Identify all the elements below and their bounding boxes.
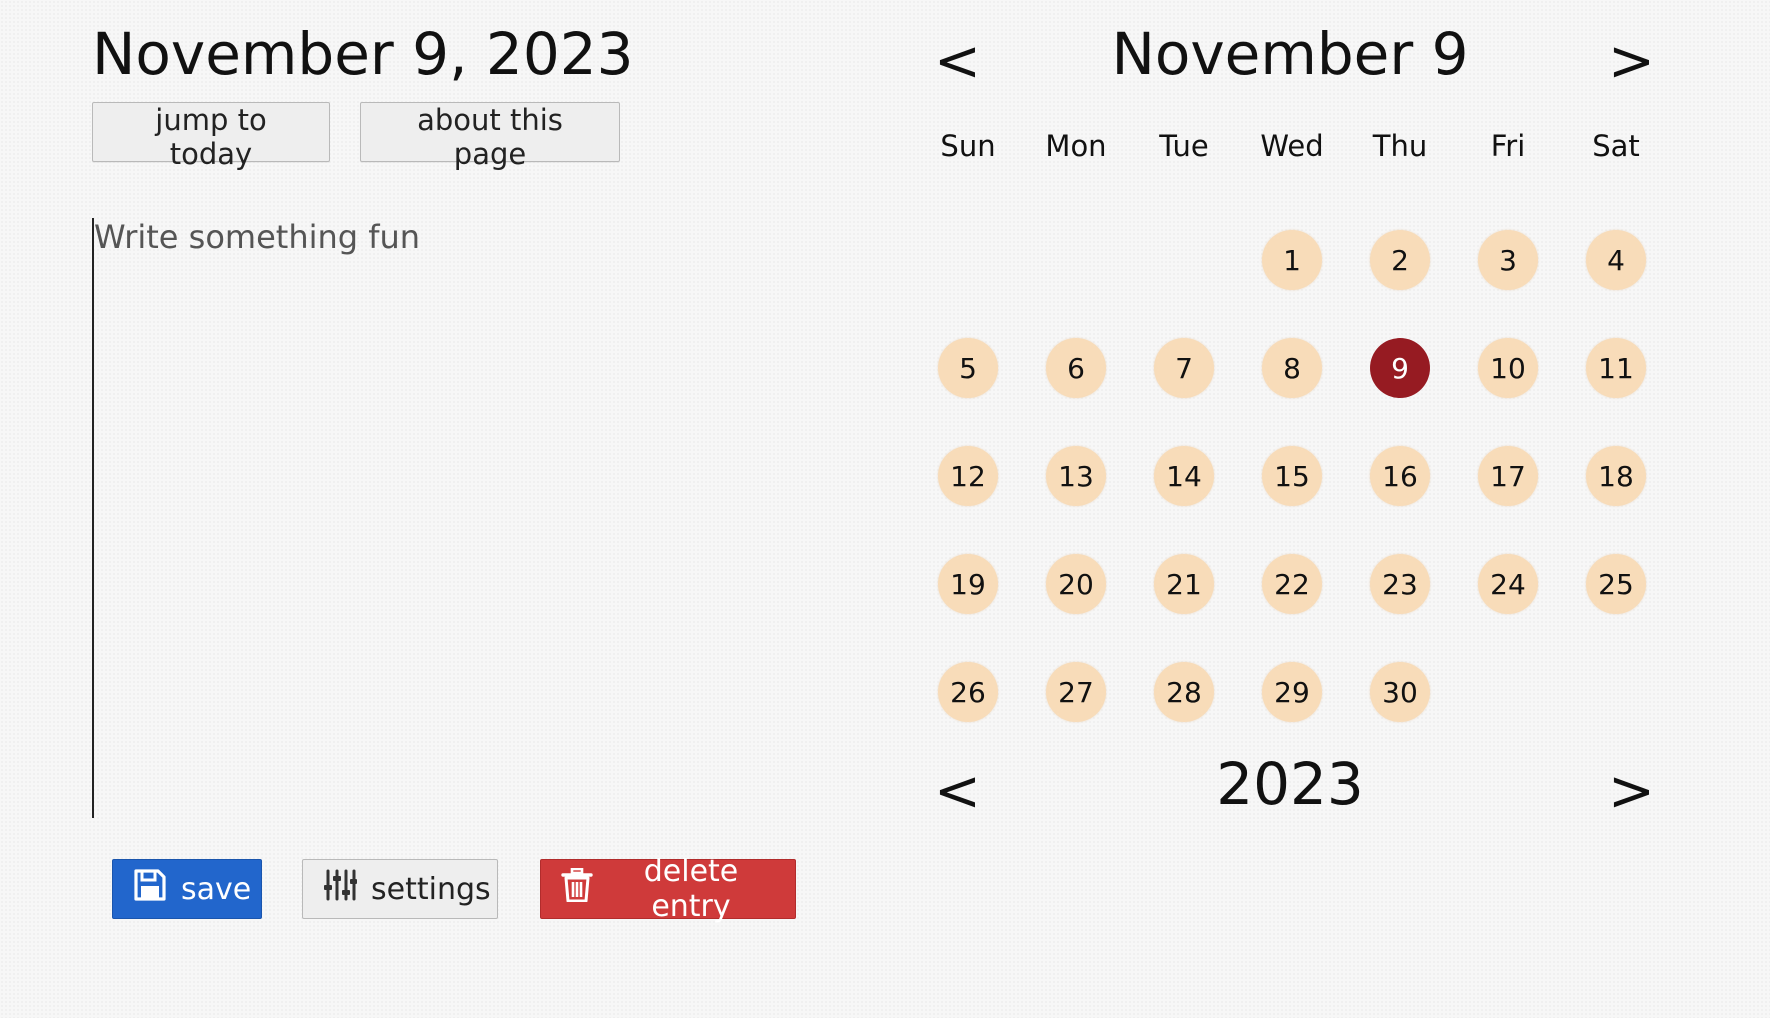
calendar-day[interactable]: 1 [1262,230,1322,290]
entry-date-title: November 9, 2023 [92,20,634,88]
calendar-day[interactable]: 6 [1046,338,1106,398]
prev-month-arrow[interactable]: < [934,32,981,92]
trash-icon [561,867,593,910]
journal-entry-textarea[interactable] [92,218,852,818]
weekday-label-fri: Fri [1490,129,1526,163]
calendar-day[interactable]: 5 [938,338,998,398]
calendar-day-selected[interactable]: 9 [1370,338,1430,398]
calendar-day[interactable]: 16 [1370,446,1430,506]
calendar-year-title: 2023 [1216,750,1364,818]
calendar-day[interactable]: 11 [1586,338,1646,398]
next-year-arrow[interactable]: > [1608,762,1655,822]
settings-button[interactable]: settings [302,859,498,919]
weekday-label-sat: Sat [1592,129,1640,163]
weekday-label-wed: Wed [1260,129,1324,163]
delete-entry-button[interactable]: delete entry [540,854,796,924]
prev-year-arrow[interactable]: < [934,762,981,822]
calendar-month-title: November 9 [1111,20,1469,88]
save-button[interactable]: save [112,859,262,919]
calendar-day[interactable]: 18 [1586,446,1646,506]
delete-entry-button-label: delete entry [643,854,739,924]
calendar-day[interactable]: 12 [938,446,998,506]
calendar-day[interactable]: 23 [1370,554,1430,614]
calendar-day[interactable]: 24 [1478,554,1538,614]
jump-to-today-button[interactable]: jump to today [92,102,330,171]
weekday-label-tue: Tue [1159,129,1209,163]
calendar-day[interactable]: 21 [1154,554,1214,614]
calendar-day[interactable]: 26 [938,662,998,722]
next-month-arrow[interactable]: > [1608,32,1655,92]
floppy-disk-icon [133,868,167,910]
calendar-day[interactable]: 30 [1370,662,1430,722]
calendar-day[interactable]: 17 [1478,446,1538,506]
calendar-day[interactable]: 7 [1154,338,1214,398]
calendar-day[interactable]: 29 [1262,662,1322,722]
calendar-day[interactable]: 27 [1046,662,1106,722]
calendar-day[interactable]: 20 [1046,554,1106,614]
about-page-button[interactable]: about this page [360,102,620,171]
weekday-label-thu: Thu [1372,129,1428,163]
weekday-label-sun: Sun [940,129,996,163]
calendar-day[interactable]: 8 [1262,338,1322,398]
calendar-day[interactable]: 10 [1478,338,1538,398]
calendar-day[interactable]: 15 [1262,446,1322,506]
calendar-day[interactable]: 2 [1370,230,1430,290]
calendar-day[interactable]: 22 [1262,554,1322,614]
calendar-day[interactable]: 19 [938,554,998,614]
calendar-day[interactable]: 14 [1154,446,1214,506]
save-button-label: save [181,871,252,907]
calendar-day[interactable]: 4 [1586,230,1646,290]
sliders-icon [323,868,357,910]
settings-button-label: settings [371,871,491,907]
calendar-day[interactable]: 13 [1046,446,1106,506]
calendar-day[interactable]: 25 [1586,554,1646,614]
calendar-day[interactable]: 3 [1478,230,1538,290]
weekday-label-mon: Mon [1045,129,1107,163]
calendar-day[interactable]: 28 [1154,662,1214,722]
